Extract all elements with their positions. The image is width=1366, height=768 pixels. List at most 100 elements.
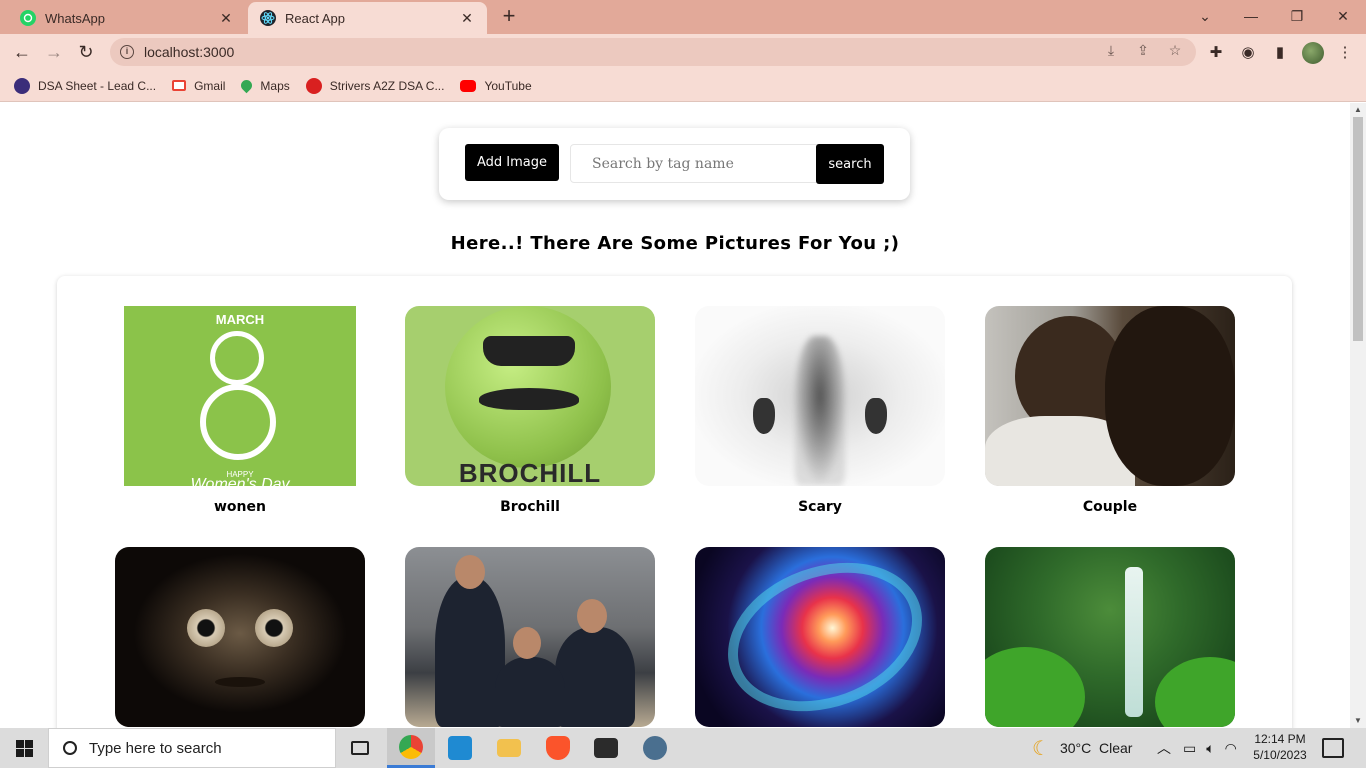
taskbar-search-box[interactable]: Type here to search (48, 728, 336, 768)
image-card[interactable]: Scary (695, 306, 945, 515)
taskbar-brave[interactable] (534, 728, 582, 768)
taskbar-file-explorer[interactable] (485, 728, 533, 768)
chrome-icon (399, 734, 423, 759)
bookmark-strivers[interactable]: Strivers A2Z DSA C... (305, 77, 444, 94)
bookmarks-bar: DSA Sheet - Lead C... Gmail Maps Striver… (0, 70, 1366, 102)
bookmark-star-icon[interactable]: ☆ (1165, 40, 1185, 60)
student-figure (555, 627, 635, 727)
image-card[interactable]: BROCHILL Brochill (405, 306, 655, 515)
left-hand (753, 398, 775, 434)
close-tab-icon[interactable]: ✕ (459, 10, 475, 26)
install-app-icon[interactable]: ⤓ (1101, 40, 1121, 60)
wifi-icon[interactable]: ◠ (1225, 740, 1237, 757)
page-content: Add Image search Here..! There Are Some … (0, 103, 1350, 728)
taskbar-search-text: Type here to search (89, 739, 222, 757)
poster-title-text: Women's Day (190, 476, 290, 486)
eight-top-shape (210, 331, 264, 385)
image-card[interactable]: Couple (985, 306, 1235, 515)
image-card[interactable] (985, 547, 1235, 727)
site-info-icon[interactable]: i (120, 45, 134, 59)
person-two (1105, 306, 1235, 486)
share-icon[interactable]: ⇪ (1133, 40, 1153, 60)
back-arrow-icon[interactable]: ← (10, 40, 34, 64)
bookmark-dsa-sheet[interactable]: DSA Sheet - Lead C... (14, 77, 157, 94)
volume-icon[interactable]: 🔈︎ (1206, 740, 1214, 757)
battery-icon[interactable]: ▭ (1183, 740, 1196, 757)
add-image-button[interactable]: Add Image (465, 144, 559, 181)
students-image[interactable] (405, 547, 655, 727)
extensions-puzzle-icon[interactable]: ✚ (1205, 42, 1227, 64)
brochill-image[interactable]: BROCHILL (405, 306, 655, 486)
taskbar-chrome[interactable] (387, 728, 435, 768)
image-card[interactable] (115, 547, 365, 727)
close-tab-icon[interactable]: ✕ (218, 10, 234, 26)
minimize-button[interactable]: — (1238, 4, 1264, 28)
clock-time: 12:14 PM (1254, 732, 1306, 746)
tuf-icon (305, 77, 322, 94)
page-scrollbar[interactable]: ▲ ▼ (1350, 103, 1366, 728)
right-hand (865, 398, 887, 434)
tab-whatsapp[interactable]: WhatsApp ✕ (8, 2, 246, 34)
green-ball (445, 306, 611, 468)
profile-avatar[interactable] (1302, 42, 1324, 64)
right-eye (255, 609, 293, 647)
bookmark-gmail[interactable]: Gmail (172, 79, 225, 93)
system-tray: ︿ ▭ 🔈︎ ◠ (1157, 728, 1237, 768)
address-bar[interactable]: i localhost:3000 (110, 38, 1196, 66)
taskbar-vscode[interactable] (436, 728, 484, 768)
tab-title: React App (285, 10, 345, 26)
scary-face-image[interactable] (115, 547, 365, 727)
chevron-up-icon[interactable]: ︿ (1157, 738, 1171, 758)
windows-taskbar: Type here to search ☾ 30°C Clear ︿ ▭ 🔈︎ … (0, 728, 1366, 768)
image-card[interactable] (405, 547, 655, 727)
side-panel-icon[interactable]: ▮ (1269, 42, 1291, 64)
youtube-icon (460, 79, 477, 92)
waterfall (1125, 567, 1143, 717)
bookmark-youtube[interactable]: YouTube (460, 79, 532, 93)
close-window-button[interactable]: ✕ (1330, 4, 1356, 28)
taskbar-terminal[interactable] (582, 728, 630, 768)
bookmark-label: Gmail (194, 78, 226, 93)
image-caption: Brochill (500, 499, 560, 515)
weather-widget[interactable]: ☾ 30°C Clear (1032, 728, 1132, 768)
brave-icon (546, 736, 570, 760)
gear-icon (643, 736, 667, 760)
url-text: localhost:3000 (144, 44, 235, 60)
forward-arrow-icon[interactable]: → (42, 40, 66, 64)
poster-month-text: MARCH (215, 312, 265, 327)
fern-foliage (1155, 657, 1235, 727)
galaxy-image[interactable] (695, 547, 945, 727)
notification-icon[interactable] (1322, 738, 1344, 758)
image-card[interactable] (695, 547, 945, 727)
scroll-up-icon[interactable]: ▲ (1350, 103, 1366, 117)
couple-image[interactable] (985, 306, 1235, 486)
fern-foliage (985, 647, 1085, 727)
image-gallery: MARCH HAPPY Women's Day wonen BROCHILL B… (57, 276, 1292, 728)
bookmark-label: Maps (260, 78, 290, 93)
womens-day-image[interactable]: MARCH HAPPY Women's Day (124, 306, 356, 486)
reload-icon[interactable]: ↻ (74, 40, 98, 64)
bookmark-label: DSA Sheet - Lead C... (38, 78, 157, 93)
taskbar-settings[interactable] (631, 728, 679, 768)
media-icon[interactable]: ◉ (1237, 42, 1259, 64)
taskbar-clock[interactable]: 12:14 PM 5/10/2023 (1248, 731, 1312, 763)
waterfall-image[interactable] (985, 547, 1235, 727)
task-view-button[interactable] (336, 728, 384, 768)
search-button[interactable]: search (816, 144, 884, 184)
react-icon (260, 10, 276, 26)
tab-title: WhatsApp (45, 10, 105, 26)
new-tab-button[interactable]: + (497, 5, 521, 29)
bookmark-maps[interactable]: Maps (239, 77, 290, 94)
start-button[interactable] (0, 728, 48, 768)
tag-search-input[interactable] (570, 144, 820, 183)
scroll-down-icon[interactable]: ▼ (1350, 714, 1366, 728)
restore-button[interactable]: ❐ (1284, 4, 1310, 28)
tab-search-chevron-icon[interactable]: ⌄ (1192, 4, 1218, 28)
browser-menu-icon[interactable]: ⋮ (1334, 42, 1356, 64)
scrollbar-thumb[interactable] (1353, 117, 1363, 341)
ghost-figure (795, 336, 845, 486)
image-card[interactable]: MARCH HAPPY Women's Day wonen (115, 306, 365, 515)
scary-ghost-image[interactable] (695, 306, 945, 486)
tab-react-app[interactable]: React App ✕ (248, 2, 487, 34)
student-face (455, 555, 485, 589)
